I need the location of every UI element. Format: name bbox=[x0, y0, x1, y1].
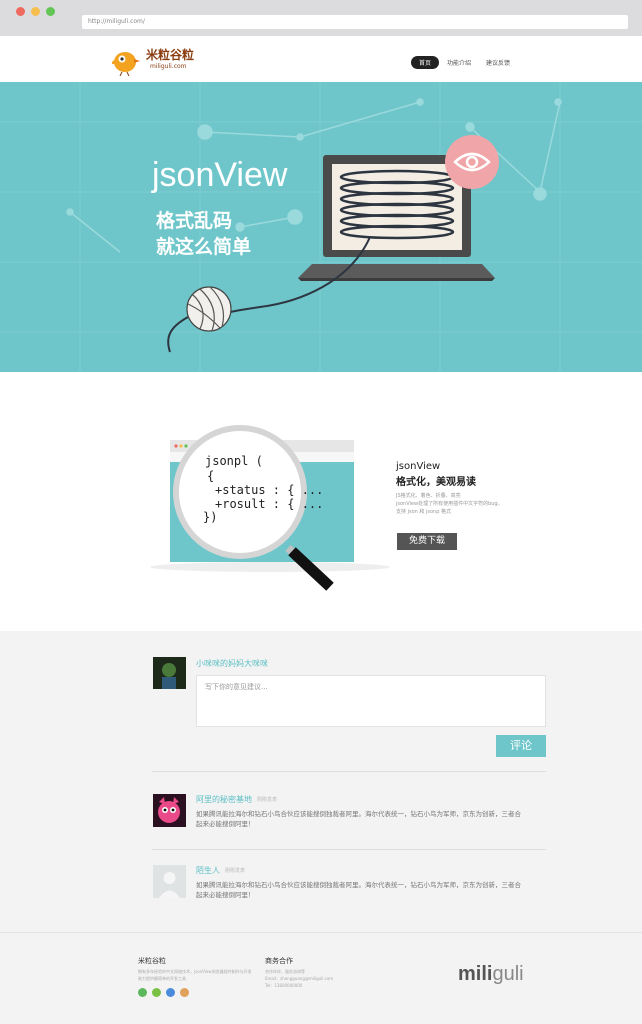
nav-feedback[interactable]: 建议反馈 bbox=[486, 58, 510, 67]
nav-features[interactable]: 功能介绍 bbox=[447, 58, 471, 67]
hero-title: jsonView bbox=[152, 156, 288, 194]
feature-desc-2: jsonView处理了所有使用插件中文字符的bug。 bbox=[396, 501, 503, 507]
magnifier-illustration bbox=[150, 425, 390, 591]
share-icon[interactable] bbox=[180, 988, 189, 997]
comment-time: 刚刚发表 bbox=[225, 868, 246, 874]
current-user-avatar[interactable] bbox=[153, 657, 186, 689]
comment-time: 刚刚发表 bbox=[257, 797, 278, 803]
nav-home[interactable]: 首页 bbox=[411, 56, 440, 69]
comment-text-line1: 如果腾讯能拉海尔和钻石小鸟合伙应该能搜倒独裁者阿里。海尔代表统一，钻石小鸟为军师… bbox=[196, 810, 521, 818]
code-line-4: +rosult : { ... bbox=[215, 497, 324, 511]
footer-brand: miliguli bbox=[458, 963, 524, 986]
default-avatar-icon[interactable] bbox=[153, 865, 186, 898]
hero-banner: jsonView 格式乱码 就这么简单 bbox=[0, 82, 642, 372]
comment-text-line2: 起来必能搜倒阿里！ bbox=[196, 891, 255, 899]
comment-divider bbox=[152, 849, 546, 850]
footer-business-phone: Tel：13800000000 bbox=[265, 983, 303, 988]
footer-business-title: 商务合作 bbox=[265, 957, 293, 965]
comment-divider bbox=[152, 771, 546, 772]
comment-section: 小咪咪的妈妈大咪咪 写下你的意见建议... 评论 阿里的秘密基地 刚刚发表 如果… bbox=[0, 631, 642, 932]
close-window-dot[interactable] bbox=[16, 7, 25, 16]
brand-bold: mili bbox=[458, 963, 493, 985]
logo-text: 米粒谷粒 bbox=[146, 48, 195, 62]
commenter-name[interactable]: 阿里的秘密基地 bbox=[196, 794, 252, 805]
code-line-1: jsonpl ( bbox=[205, 454, 263, 468]
comment-input[interactable]: 写下你的意见建议... bbox=[196, 675, 546, 727]
wechat-icon[interactable] bbox=[138, 988, 147, 997]
logo-subtext: miliguli.com bbox=[150, 63, 187, 70]
maximize-window-dot[interactable] bbox=[46, 7, 55, 16]
site-footer: 米粒谷粒 拥有多年经验的中文网络技术，jsonView浏览器插件制作与开发 致力… bbox=[0, 932, 642, 1024]
minimize-window-dot[interactable] bbox=[31, 7, 40, 16]
hero-subtitle-line2: 就这么简单 bbox=[156, 236, 252, 258]
footer-about-line2: 致力提供最简单的开发工具 bbox=[138, 976, 186, 981]
weibo-icon[interactable] bbox=[166, 988, 175, 997]
feature-title: jsonView bbox=[396, 461, 441, 472]
brand-light: guli bbox=[492, 963, 524, 985]
feature-desc-3: 支持 json 和 jsonp 格式 bbox=[396, 509, 451, 515]
address-bar[interactable]: http://miliguli.com/ bbox=[82, 15, 628, 29]
hero-illustration bbox=[0, 82, 642, 372]
footer-business-email[interactable]: Email：zhongguang@miliguli.com bbox=[265, 976, 333, 982]
comment-text-line2: 起来必能搜倒阿里！ bbox=[196, 820, 255, 828]
submit-comment-button[interactable]: 评论 bbox=[496, 735, 546, 757]
hero-subtitle-line1: 格式乱码 bbox=[156, 210, 233, 232]
comment-text-line1: 如果腾讯能拉海尔和钻石小鸟合伙应该能搜倒独裁者阿里。海尔代表统一，钻石小鸟为军师… bbox=[196, 881, 521, 889]
qq-icon[interactable] bbox=[152, 988, 161, 997]
footer-business-line1: 合作伙伴、服务咨询等 bbox=[265, 969, 305, 974]
download-button[interactable]: 免费下载 bbox=[397, 533, 457, 550]
feature-section: jsonpl ( { +status : { ... +rosult : { .… bbox=[0, 372, 642, 631]
code-line-3: +status : { ... bbox=[215, 483, 324, 497]
feature-subtitle: 格式化，美观易读 bbox=[396, 477, 476, 488]
current-user-name[interactable]: 小咪咪的妈妈大咪咪 bbox=[196, 658, 268, 669]
footer-about-title: 米粒谷粒 bbox=[138, 957, 166, 965]
browser-chrome: http://miliguli.com/ bbox=[0, 0, 642, 36]
site-header: 米粒谷粒 miliguli.com 首页 功能介绍 建议反馈 bbox=[0, 36, 642, 82]
code-line-2: { bbox=[207, 469, 215, 483]
footer-about-line1: 拥有多年经验的中文网络技术，jsonView浏览器插件制作与开发 bbox=[138, 969, 252, 974]
feature-desc-1: JS格式化、着色、折叠、高亮 bbox=[396, 493, 461, 499]
commenter-avatar[interactable] bbox=[153, 794, 186, 827]
code-line-5: }) bbox=[203, 510, 218, 524]
commenter-name[interactable]: 陌生人 bbox=[196, 865, 220, 876]
